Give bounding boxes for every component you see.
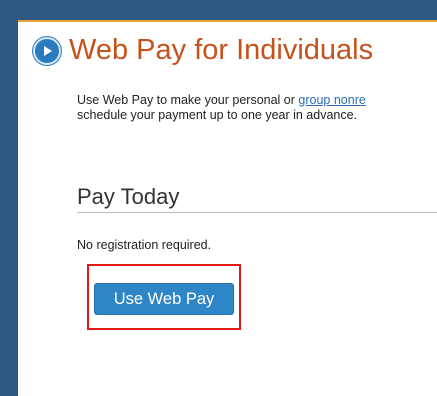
intro-paragraph: Use Web Pay to make your personal or gro… (77, 93, 437, 123)
play-circle-icon (33, 36, 61, 65)
intro-text: Use Web Pay to make your personal or (77, 93, 299, 107)
registration-note: No registration required. (77, 238, 212, 252)
section-divider (77, 212, 437, 213)
use-web-pay-button[interactable]: Use Web Pay (94, 283, 234, 315)
intro-text-line2: schedule your payment up to one year in … (77, 108, 358, 122)
page-title: Web Pay for Individuals (69, 34, 374, 66)
play-arrow-icon (44, 45, 52, 56)
left-sidebar-rail (0, 0, 18, 396)
main-content (18, 22, 437, 396)
group-link[interactable]: group nonre (298, 93, 365, 107)
page-title-row: Web Pay for Individuals (33, 36, 373, 65)
top-banner (0, 0, 437, 20)
section-heading-pay-today: Pay Today (77, 184, 180, 209)
